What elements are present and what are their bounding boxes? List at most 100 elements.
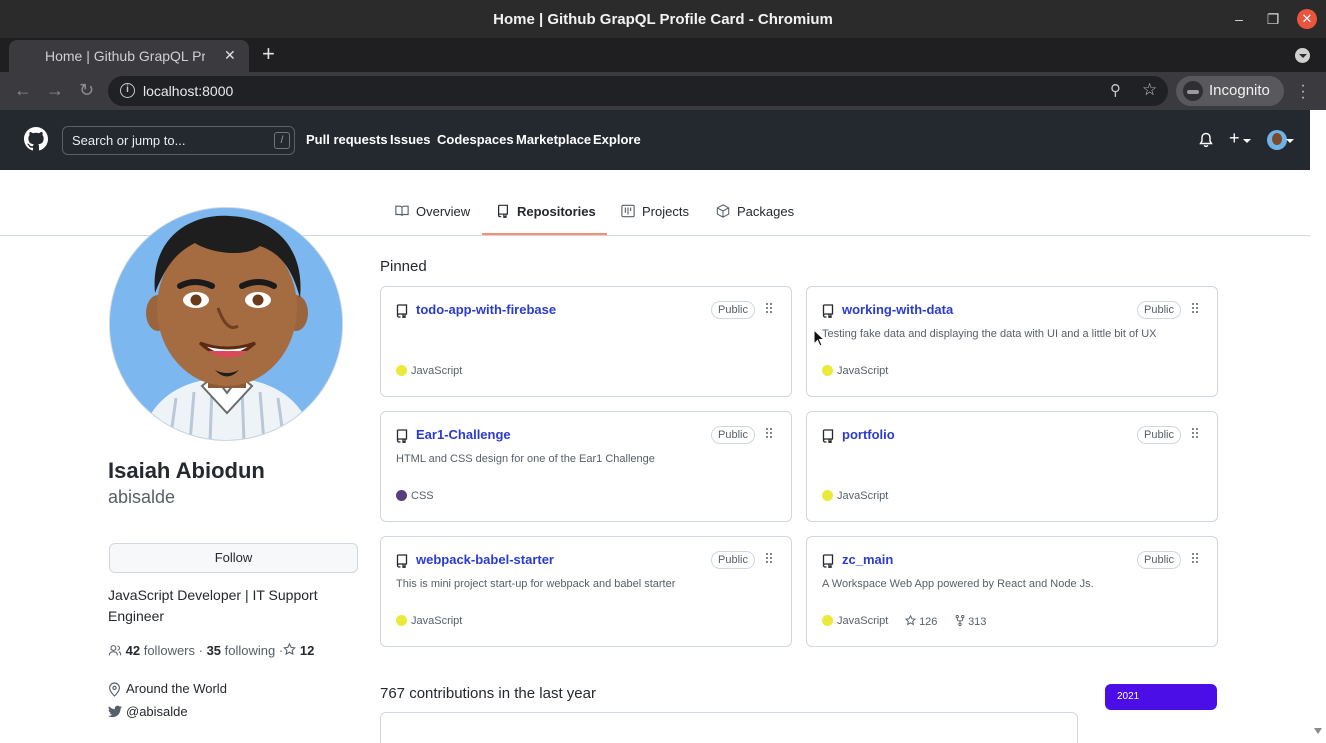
twitter-handle[interactable]: @abisalde [126, 704, 188, 719]
repo-stars-count: 126 [919, 616, 938, 628]
nav-pull-requests[interactable]: Pull requests [306, 132, 388, 147]
repo-language: JavaScript [837, 490, 889, 502]
nav-codespaces[interactable]: Codespaces [437, 132, 514, 147]
drag-grip-icon[interactable] [1192, 428, 1198, 438]
tab-search-icon[interactable] [1295, 48, 1310, 63]
maximize-icon[interactable]: ❐ [1263, 9, 1283, 29]
back-icon[interactable]: ← [14, 80, 32, 101]
year-2021-button[interactable]: 2021 [1105, 684, 1217, 710]
drag-grip-icon[interactable] [766, 303, 772, 313]
nav-issues[interactable]: Issues [390, 132, 430, 147]
following-count[interactable]: 35 [207, 643, 221, 658]
repo-icon [396, 304, 408, 318]
minimize-icon[interactable]: – [1229, 9, 1249, 29]
tab-projects-label: Projects [642, 204, 689, 219]
book-icon [395, 205, 409, 216]
followers-label[interactable]: followers [144, 643, 195, 658]
repo-name-link[interactable]: working-with-data [842, 302, 953, 317]
visibility-badge: Public [711, 551, 755, 569]
repo-language: JavaScript [837, 615, 889, 627]
visibility-badge: Public [1137, 551, 1181, 569]
drag-grip-icon[interactable] [766, 428, 772, 438]
profile-location: Around the World [108, 681, 348, 697]
forward-icon[interactable]: → [46, 80, 64, 101]
profile-avatar[interactable] [109, 207, 343, 441]
tab-packages[interactable]: Packages [716, 204, 796, 220]
tab-repositories[interactable]: Repositories [496, 204, 606, 220]
profile-twitter[interactable]: @abisalde [108, 704, 348, 720]
visibility-badge: Public [711, 426, 755, 444]
user-menu-avatar[interactable] [1267, 130, 1287, 150]
scroll-down-arrow-icon[interactable] [1314, 728, 1322, 734]
pinned-repo-card[interactable]: zc_main Public A Workspace Web App powered… [806, 536, 1218, 647]
search-placeholder: Search or jump to... [72, 133, 186, 148]
create-new-caret-icon[interactable] [1243, 139, 1251, 143]
repo-description: This is mini project start-up for webpac… [396, 578, 676, 590]
browser-tab-title: Home | Github GrapQL Profile Card [45, 48, 205, 64]
pinned-repo-card[interactable]: Ear1-Challenge Public HTML and CSS design … [380, 411, 792, 522]
project-icon [621, 204, 635, 218]
repo-description: A Workspace Web App powered by React and… [822, 578, 1094, 590]
nav-marketplace[interactable]: Marketplace [516, 132, 591, 147]
bookmark-star-icon[interactable]: ☆ [1142, 80, 1157, 100]
repo-name-link[interactable]: todo-app-with-firebase [416, 302, 556, 317]
notifications-bell-icon[interactable] [1199, 132, 1213, 148]
pinned-repo-card[interactable]: todo-app-with-firebase Public JavaScript [380, 286, 792, 397]
pinned-heading: Pinned [380, 258, 427, 275]
browser-toolbar: ← → ↻ i localhost:8000 ⚲ ☆ Incognito · · · [0, 72, 1326, 110]
incognito-label: Incognito [1209, 82, 1270, 99]
drag-grip-icon[interactable] [766, 553, 772, 563]
new-tab-icon[interactable]: + [262, 43, 275, 65]
language-color-dot [822, 615, 833, 626]
profile-name: Isaiah Abiodun [108, 458, 265, 483]
language-color-dot [822, 490, 833, 501]
tab-overview-label: Overview [416, 204, 471, 219]
repo-stars[interactable]: 126 [904, 614, 938, 628]
repo-name-link[interactable]: portfolio [842, 427, 895, 442]
pinned-repo-card[interactable]: working-with-data Public Testing fake data… [806, 286, 1218, 397]
incognito-indicator[interactable]: Incognito [1176, 76, 1284, 106]
repo-icon [498, 204, 508, 218]
location-icon [109, 682, 120, 697]
pinned-repo-card[interactable]: webpack-babel-starter Public This is mini … [380, 536, 792, 647]
reload-icon[interactable]: ↻ [79, 80, 94, 101]
tab-close-icon[interactable]: ✕ [224, 47, 236, 64]
tab-projects[interactable]: Projects [621, 204, 691, 220]
site-info-icon[interactable]: i [120, 83, 135, 98]
browser-menu-icon[interactable]: · · · [1298, 78, 1308, 106]
repo-language: JavaScript [411, 615, 463, 627]
stars-count[interactable]: 12 [300, 643, 314, 658]
repo-forks-count: 313 [968, 616, 987, 628]
repo-name-link[interactable]: Ear1-Challenge [416, 427, 511, 442]
followers-count[interactable]: 42 [126, 643, 140, 658]
pinned-repo-card[interactable]: portfolio Public JavaScript [806, 411, 1218, 522]
incognito-icon [1183, 81, 1203, 101]
profile-login: abisalde [108, 487, 176, 507]
page-scrollbar[interactable] [1310, 110, 1326, 743]
address-bar[interactable]: i localhost:8000 ⚲ ☆ [108, 76, 1168, 106]
repo-name-link[interactable]: webpack-babel-starter [416, 552, 554, 567]
following-label[interactable]: following [225, 643, 276, 658]
tab-repositories-label: Repositories [517, 204, 596, 219]
close-window-icon[interactable]: ✕ [1297, 9, 1317, 29]
language-color-dot [822, 365, 833, 376]
url-text[interactable]: localhost:8000 [143, 83, 233, 99]
repo-forks[interactable]: 313 [955, 614, 987, 628]
create-new-icon[interactable]: + [1229, 128, 1240, 149]
drag-grip-icon[interactable] [1192, 303, 1198, 313]
follow-button[interactable]: Follow [109, 543, 358, 573]
repo-icon [396, 554, 408, 568]
zoom-icon[interactable]: ⚲ [1110, 81, 1121, 99]
visibility-badge: Public [1137, 426, 1181, 444]
user-menu-caret-icon[interactable] [1286, 139, 1294, 143]
star-icon [904, 614, 917, 626]
github-search-input[interactable]: Search or jump to... / [62, 126, 295, 155]
repo-language: CSS [411, 490, 434, 502]
browser-tab[interactable]: Home | Github GrapQL Profile Card ✕ [9, 40, 249, 72]
language-color-dot [396, 615, 407, 626]
nav-explore[interactable]: Explore [593, 132, 641, 147]
github-logo-icon[interactable] [24, 127, 48, 151]
tab-overview[interactable]: Overview [395, 204, 475, 220]
drag-grip-icon[interactable] [1192, 553, 1198, 563]
repo-name-link[interactable]: zc_main [842, 552, 893, 567]
